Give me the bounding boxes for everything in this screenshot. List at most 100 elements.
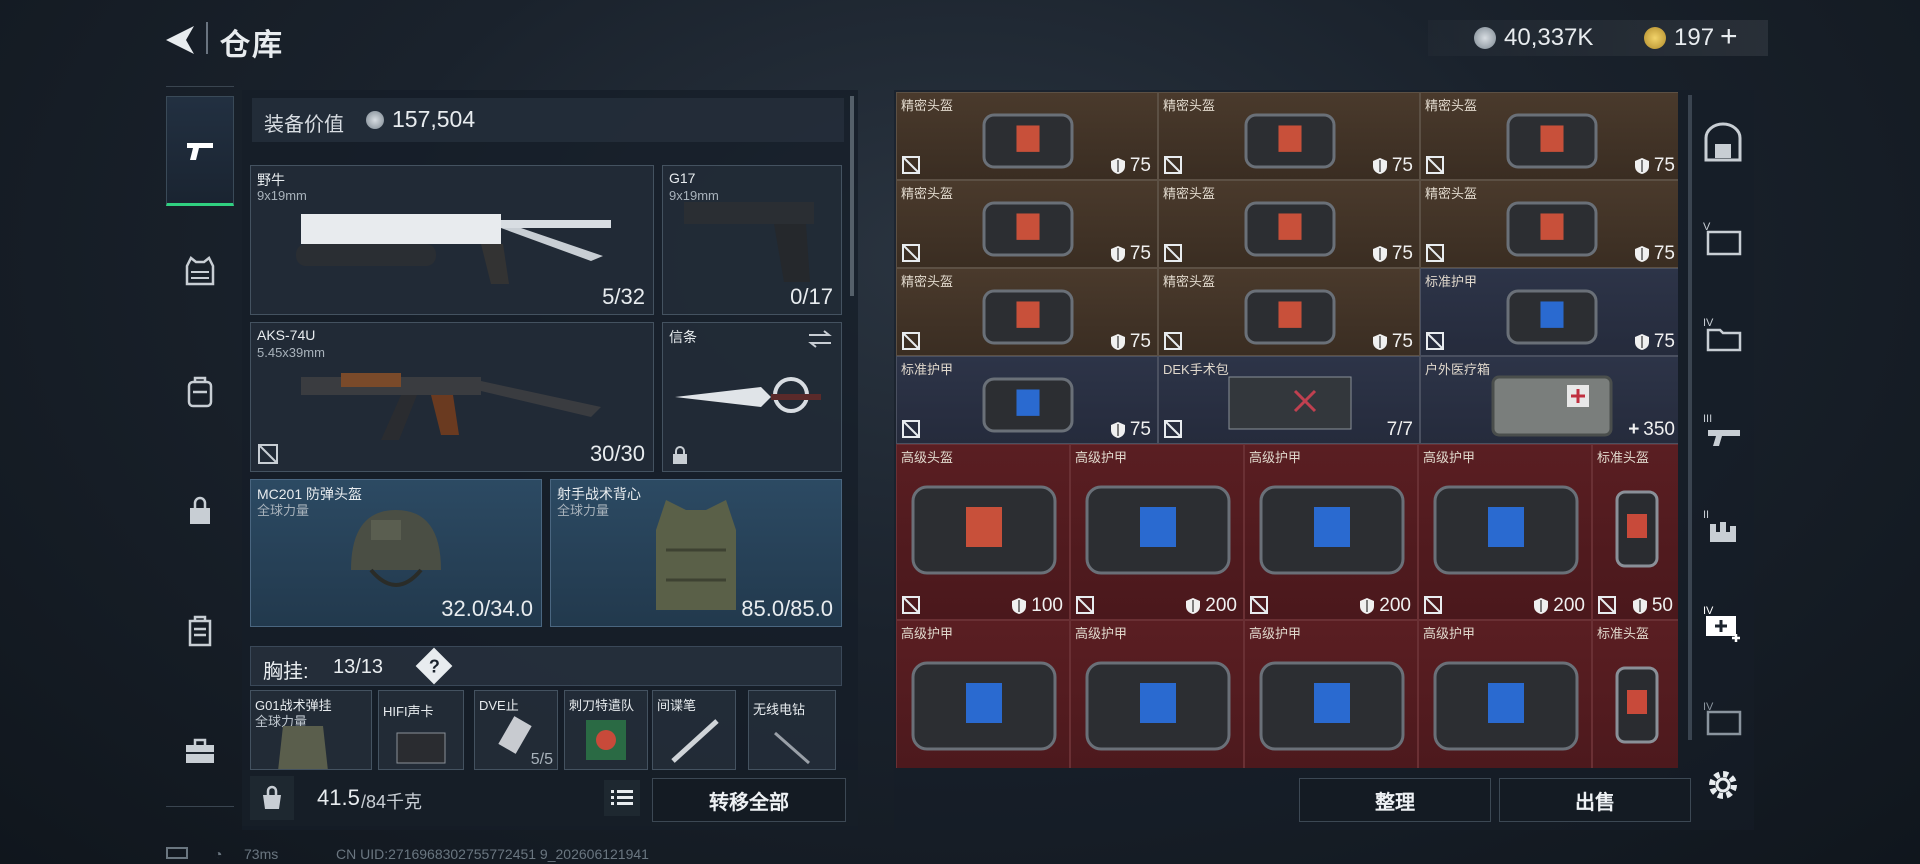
storage-item-navy-medbox[interactable]: 户外医疗箱 +350 [1420, 356, 1678, 444]
storage-item-brown-helmet[interactable]: 精密头盔 75 [896, 268, 1158, 356]
storage-item-brown-helmet[interactable]: 精密头盔 75 [896, 92, 1158, 180]
list-view-button[interactable] [604, 780, 640, 816]
vest-icon [656, 500, 736, 610]
storage-item-red-armor[interactable]: 高级护甲200 [1418, 444, 1592, 620]
item-value-text: 75 [1129, 243, 1151, 264]
item-value-text: 50 [1651, 595, 1673, 616]
rig-item[interactable]: 间谍笔 [652, 690, 736, 770]
III-weapon-icon[interactable]: III [1702, 410, 1744, 452]
storage-item-brown-helmet[interactable]: 精密头盔 75 [1158, 92, 1420, 180]
storage-item-brown-helmet[interactable]: 精密头盔 75 [1158, 268, 1420, 356]
IV-folder-icon[interactable]: IV [1702, 314, 1744, 356]
storage-item-red-small[interactable]: 标准头盔50 [1592, 620, 1678, 768]
item-value: 75 [1634, 331, 1675, 353]
rig-capacity: 13/13 [333, 656, 384, 678]
armor-case-icon [1433, 485, 1579, 575]
no-insure-icon [1164, 420, 1182, 438]
storage-item-brown-helmet[interactable]: 精密头盔 75 [1158, 180, 1420, 268]
item-value: 75 [1110, 331, 1151, 353]
tab-backpack[interactable] [166, 336, 234, 446]
storage-item-red-armor[interactable]: 高级护甲200 [1070, 620, 1244, 768]
tab-armor-set[interactable] [166, 216, 234, 326]
V-case-icon[interactable]: V [1702, 218, 1744, 260]
item-name: 精密头盔 [1425, 186, 1478, 201]
add-gold-button[interactable]: + [1720, 20, 1738, 54]
item-value-text: 75 [1391, 331, 1413, 352]
storage-item-red-armor[interactable]: 高级护甲200 [1244, 444, 1418, 620]
svg-text:II: II [1703, 509, 1709, 521]
helmet-slot[interactable]: MC201 防弹头盔 全球力量 32.0/34.0 [250, 479, 542, 627]
primary-weapon-slot[interactable]: 野牛 9x19mm 5/32 [250, 165, 654, 315]
secondary-weapon-slot[interactable]: AKS-74U 5.45x39mm 30/30 [250, 322, 654, 472]
gold-coin-icon [1644, 27, 1666, 49]
tab-weapons[interactable] [166, 96, 234, 206]
no-insure-icon [902, 596, 920, 614]
sidearm-slot[interactable]: G17 9x19mm 0/17 [662, 165, 842, 315]
no-insure-icon [902, 420, 920, 438]
storage-item-red-armor[interactable]: 高级护甲200 [1418, 620, 1592, 768]
vest-icon [185, 256, 215, 286]
item-name: 户外医疗箱 [1425, 362, 1491, 377]
tab-bag[interactable] [166, 456, 234, 566]
help-icon[interactable]: ? [415, 647, 453, 685]
list-icon [611, 790, 633, 805]
no-insure-icon [1250, 596, 1268, 614]
rig-item[interactable]: G01战术弹挂 全球力量 [250, 690, 372, 770]
storage-item-navy-armor[interactable]: 标准护甲 75 [1420, 268, 1678, 356]
equipment-value-bar: 装备价值 157,504 [252, 98, 844, 142]
rig-item[interactable]: 无线电钻 [748, 690, 836, 770]
slot-name: 野牛 [257, 172, 285, 188]
small-helmet-case-icon [1615, 490, 1659, 568]
item-value: 50 [1632, 595, 1673, 617]
durability: 85.0/85.0 [741, 596, 833, 621]
storage-item-red-armor[interactable]: 高级护甲200 [896, 620, 1070, 768]
storage-item-brown-helmet[interactable]: 精密头盔 75 [896, 180, 1158, 268]
weight-lock-button[interactable] [250, 776, 294, 820]
rig-item[interactable]: 刺刀特遣队 [564, 690, 648, 770]
slot-name: 信条 [669, 329, 697, 345]
no-insure-icon [1164, 244, 1182, 262]
armor-slot[interactable]: 射手战术背心 全球力量 85.0/85.0 [550, 479, 842, 627]
melee-slot[interactable]: 信条 [662, 322, 842, 472]
gear-icon[interactable] [1702, 764, 1744, 806]
tab-container[interactable] [166, 576, 234, 686]
IV-medkit-add-icon[interactable]: IV [1702, 602, 1744, 644]
swap-icon[interactable] [807, 329, 833, 349]
back-button[interactable] [164, 22, 196, 58]
armor-case-icon [982, 377, 1074, 433]
rig-item[interactable]: DVE止 5/5 [474, 690, 558, 770]
storage-grid: 精密头盔 75 精密头盔 75 精密头盔 75 精密头盔 75 精密头盔 75 精密头盔 75 精密头盔… [896, 92, 1678, 768]
tab-toolbox[interactable] [166, 696, 234, 806]
safe-box-icon[interactable] [1702, 122, 1744, 164]
sort-button[interactable]: 整理 [1299, 778, 1491, 822]
storage-item-red-armor[interactable]: 高级护甲200 [1244, 620, 1418, 768]
equipment-scrollbar[interactable] [850, 96, 854, 296]
storage-item-navy-med[interactable]: DEK手术包 7/7 [1158, 356, 1420, 444]
item-value-text: 75 [1653, 155, 1675, 176]
II-hand-icon[interactable]: II [1702, 506, 1744, 548]
armor-case-icon [1433, 661, 1579, 751]
IV-case-icon[interactable]: IV [1702, 698, 1744, 740]
rig-item-name: 刺刀特遣队 [569, 698, 635, 713]
storage-item-brown-helmet[interactable]: 精密头盔 75 [1420, 92, 1678, 180]
patch-icon [586, 720, 626, 760]
equipment-value-label: 装备价值 [264, 114, 344, 136]
helmet-case-icon [1244, 113, 1336, 169]
storage-item-brown-helmet[interactable]: 精密头盔 75 [1420, 180, 1678, 268]
transfer-all-button[interactable]: 转移全部 [652, 778, 846, 822]
storage-item-red-helmet[interactable]: 高级头盔 100 [896, 444, 1070, 620]
storage-item-red-armor[interactable]: 高级护甲200 [1070, 444, 1244, 620]
wifi-icon: ◔ [214, 846, 223, 862]
no-insure-icon [1598, 596, 1616, 614]
rig-item[interactable]: HIFI声卡 [378, 690, 464, 770]
case-icon [188, 615, 212, 647]
silver-coin-icon [1474, 27, 1496, 49]
storage-item-navy-armor[interactable]: 标准护甲 75 [896, 356, 1158, 444]
item-name: 标准头盔 [1597, 450, 1650, 465]
shield-icon [1110, 158, 1125, 174]
sell-button[interactable]: 出售 [1499, 778, 1691, 822]
storage-item-red-small[interactable]: 标准头盔 50 [1592, 444, 1678, 620]
no-insure-icon [1164, 332, 1182, 350]
no-insure-icon [902, 156, 920, 174]
item-name: 高级护甲 [1249, 450, 1302, 465]
